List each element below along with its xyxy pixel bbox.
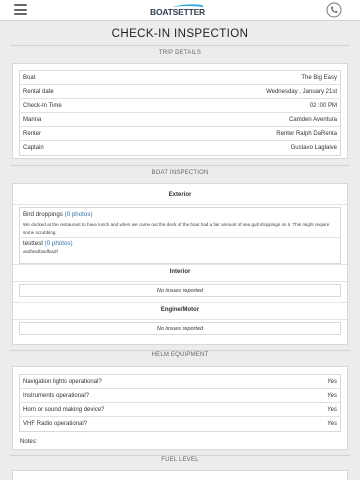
row-label: Boat bbox=[23, 75, 36, 81]
engine-heading: Engine/Motor bbox=[160, 307, 200, 313]
helm-row-instruments: Instruments operational? Yes bbox=[20, 389, 340, 403]
divider bbox=[13, 281, 347, 282]
exterior-heading: Exterior bbox=[168, 192, 192, 198]
boatsetter-logo[interactable]: BOATSETTER bbox=[142, 2, 212, 18]
trip-details-panel: Boat The Big Easy Rental date Wednesday … bbox=[12, 63, 348, 159]
divider bbox=[13, 264, 347, 265]
trip-details-heading: TRIP DETAILS bbox=[158, 50, 202, 56]
divider bbox=[13, 319, 347, 320]
interior-status: No issues reported bbox=[19, 284, 341, 297]
trip-row-marina: Marina Camden Aventura bbox=[20, 113, 340, 127]
row-label: Navigation lights operational? bbox=[23, 379, 102, 385]
trip-row-check-in-time: Check-In Time 02 :00 PM bbox=[20, 99, 340, 113]
helm-row-vhf-radio: VHF Radio operational? Yes bbox=[20, 417, 340, 431]
trip-row-captain: Captain Gustavo Laglaive bbox=[20, 141, 340, 155]
trip-details-table: Boat The Big Easy Rental date Wednesday … bbox=[19, 70, 341, 156]
row-value: The Big Easy bbox=[301, 75, 337, 81]
boat-inspection-panel: Exterior Bird droppings (0 photos) We do… bbox=[12, 183, 348, 345]
row-label: Instruments operational? bbox=[23, 393, 90, 399]
exterior-issue-item: testtest (0 photos) asdfasdfasdfasdf bbox=[23, 240, 337, 256]
helm-row-navigation-lights: Navigation lights operational? Yes bbox=[20, 375, 340, 389]
row-value: Yes bbox=[326, 393, 337, 399]
row-label: Rental date bbox=[23, 89, 54, 95]
hamburger-menu-icon[interactable] bbox=[14, 4, 27, 15]
row-value: Yes bbox=[326, 421, 337, 427]
helm-equipment-table: Navigation lights operational? Yes Instr… bbox=[19, 374, 341, 432]
issue-photos-link[interactable]: (0 photos) bbox=[65, 211, 93, 218]
row-label: Check-In Time bbox=[23, 103, 62, 109]
issue-name: testtest bbox=[23, 240, 43, 247]
fuel-level-panel bbox=[12, 470, 348, 480]
phone-icon[interactable] bbox=[326, 2, 342, 18]
interior-heading: Interior bbox=[169, 269, 191, 275]
page-title: CHECK-IN INSPECTION bbox=[111, 28, 249, 40]
helm-equipment-heading: HELM EQUIPMENT bbox=[151, 352, 209, 358]
row-value: 02 :00 PM bbox=[309, 103, 337, 109]
row-value: Renter Ralph DaRenta bbox=[276, 131, 337, 137]
row-label: Horn or sound making device? bbox=[23, 407, 105, 413]
row-value: Camden Aventura bbox=[289, 117, 337, 123]
fuel-level-heading: FUEL LEVEL bbox=[161, 457, 199, 463]
row-value: Gustavo Laglaive bbox=[290, 145, 337, 151]
divider bbox=[13, 302, 347, 303]
engine-status: No issues reported bbox=[19, 322, 341, 335]
issue-photos-link[interactable]: (0 photos) bbox=[45, 240, 73, 247]
row-value: Yes bbox=[326, 407, 337, 413]
logo-text: BOATSETTER bbox=[150, 7, 205, 17]
row-label: Renter bbox=[23, 131, 42, 137]
divider bbox=[10, 455, 350, 456]
trip-row-renter: Renter Renter Ralph DaRenta bbox=[20, 127, 340, 141]
row-label: VHF Radio operational? bbox=[23, 421, 88, 427]
notes-label: Notes: bbox=[20, 439, 38, 445]
row-value: Yes bbox=[326, 379, 337, 385]
helm-row-horn: Horn or sound making device? Yes bbox=[20, 403, 340, 417]
divider bbox=[10, 350, 350, 351]
divider bbox=[10, 165, 350, 166]
exterior-issues-box: Bird droppings (0 photos) We docked at t… bbox=[19, 207, 341, 264]
issue-name: Bird droppings bbox=[23, 211, 63, 218]
trip-row-rental-date: Rental date Wednesday , January 21st bbox=[20, 85, 340, 99]
boat-inspection-heading: BOAT INSPECTION bbox=[151, 170, 209, 176]
divider bbox=[10, 45, 350, 46]
row-label: Captain bbox=[23, 145, 44, 151]
exterior-issue-item: Bird droppings (0 photos) We docked at t… bbox=[23, 211, 337, 237]
row-label: Marina bbox=[23, 117, 42, 123]
top-bar: BOATSETTER bbox=[0, 0, 360, 21]
row-value: Wednesday , January 21st bbox=[266, 89, 337, 95]
divider bbox=[13, 204, 347, 205]
issue-description: asdfasdfasdfasdf bbox=[23, 249, 58, 254]
issue-description: We docked at the restaurant to have lunc… bbox=[23, 222, 330, 235]
divider bbox=[20, 237, 340, 238]
trip-row-boat: Boat The Big Easy bbox=[20, 71, 340, 85]
helm-equipment-panel: Navigation lights operational? Yes Instr… bbox=[12, 366, 348, 450]
